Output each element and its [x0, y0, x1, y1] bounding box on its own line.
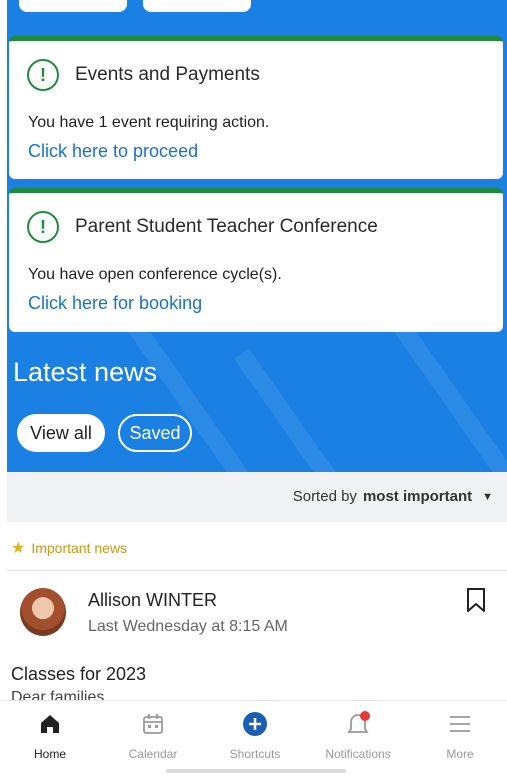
sort-dropdown[interactable]: Sorted by most important ▼ [293, 488, 493, 505]
tab-notifications[interactable]: Notifications [313, 711, 403, 761]
proceed-link[interactable]: Click here to proceed [28, 141, 198, 162]
sort-bar: Sorted by most important ▼ [7, 472, 507, 522]
tab-label: Calendar [128, 747, 178, 761]
card-title: Events and Payments [75, 64, 260, 85]
post-snippet: Dear families, [11, 689, 109, 700]
home-icon [41, 715, 59, 733]
tab-label: Home [33, 747, 66, 761]
latest-news-heading: Latest news [13, 357, 158, 387]
caret-down-icon: ▼ [482, 490, 493, 503]
alert-icon: ! [27, 211, 59, 243]
important-news-text: Important news [31, 540, 128, 556]
post-title[interactable]: Classes for 2023 [11, 664, 146, 685]
plus-icon [243, 712, 267, 736]
tab-label: Shortcuts [229, 747, 281, 761]
important-news-label: ★ Important news [11, 538, 127, 558]
bell-icon [347, 711, 370, 733]
card-header: ! Parent Student Teacher Conference [27, 211, 378, 243]
sort-prefix: Sorted by [292, 488, 357, 505]
tab-label: Notifications [325, 747, 391, 761]
card-header: ! Events and Payments [27, 59, 260, 91]
star-icon: ★ [11, 540, 26, 557]
card-message: You have open conference cycle(s). [28, 266, 282, 283]
notification-badge [360, 711, 370, 721]
avatar [20, 588, 66, 636]
card-message: You have 1 event requiring action. [28, 114, 270, 131]
saved-button[interactable]: Saved [118, 414, 192, 452]
bottom-tab-bar: Home Calendar Shortcuts Notifications Mo… [0, 700, 507, 778]
booking-link[interactable]: Click here for booking [28, 293, 202, 314]
top-tab-pill-1[interactable] [19, 0, 127, 12]
alert-icon: ! [27, 59, 59, 91]
divider [7, 570, 507, 571]
top-tab-pill-2[interactable] [143, 0, 251, 12]
home-indicator [166, 769, 346, 773]
calendar-icon [143, 714, 163, 734]
sort-value: most important [362, 488, 473, 505]
card-title: Parent Student Teacher Conference [75, 216, 378, 237]
conference-card: ! Parent Student Teacher Conference You … [9, 188, 503, 332]
tab-shortcuts[interactable]: Shortcuts [210, 711, 300, 761]
events-payments-card: ! Events and Payments You have 1 event r… [9, 36, 503, 179]
bookmark-icon[interactable] [466, 587, 486, 613]
view-all-button[interactable]: View all [17, 414, 105, 452]
tab-calendar[interactable]: Calendar [108, 711, 198, 761]
post-timestamp: Last Wednesday at 8:15 AM [88, 618, 288, 635]
post-author: Allison WINTER [88, 590, 218, 610]
menu-icon [450, 716, 470, 732]
tab-label: More [446, 747, 474, 761]
tab-more[interactable]: More [415, 711, 505, 761]
tab-home[interactable]: Home [5, 711, 95, 761]
